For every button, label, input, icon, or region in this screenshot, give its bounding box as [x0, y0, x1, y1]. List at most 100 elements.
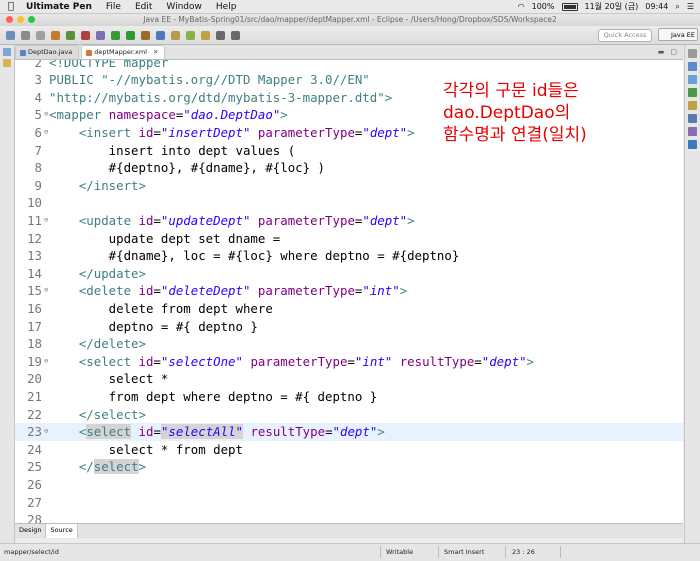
restore-right-icon[interactable] — [688, 49, 697, 58]
close-tab-icon[interactable]: ✕ — [153, 46, 158, 59]
debug-icon[interactable] — [111, 30, 120, 40]
code-token: "dept" — [362, 212, 408, 228]
fold-toggle-icon[interactable]: ⊖ — [44, 106, 48, 124]
code-line[interactable]: 27 — [15, 494, 683, 512]
code-line[interactable]: 15 ⊖ <delete id="deleteDept" parameterTyp… — [15, 282, 683, 300]
menu-window[interactable]: Window — [159, 2, 209, 12]
data-source-icon[interactable] — [688, 127, 697, 136]
fold-toggle-icon[interactable]: ⊖ — [44, 282, 48, 300]
save-all-icon[interactable] — [36, 30, 45, 40]
wifi-icon[interactable]: ◠ — [518, 2, 525, 11]
code-token: select — [93, 459, 139, 475]
minimize-icon[interactable]: ▬ — [658, 48, 665, 56]
tab-design[interactable]: Design — [15, 524, 47, 538]
editor-controls: ▬ ▢ — [658, 48, 683, 56]
line-number: 8 — [34, 160, 42, 176]
code-line[interactable]: 9 </insert> — [15, 177, 683, 195]
menu-help[interactable]: Help — [209, 2, 244, 12]
code-editor[interactable]: 2 <!DOCTYPE mapper 3 PUBLIC "-//mybatis.org… — [15, 60, 683, 523]
code-line[interactable]: 16 delete from dept where — [15, 300, 683, 318]
maximize-icon[interactable]: ▢ — [670, 48, 677, 56]
tab-deptdao-java[interactable]: DeptDao.java — [15, 45, 80, 59]
server-icon[interactable] — [66, 30, 75, 40]
package-explorer-icon[interactable] — [3, 59, 11, 67]
code-line[interactable]: 20 select * — [15, 370, 683, 388]
code-line[interactable]: 11 ⊖ <update id="updateDept" parameterTyp… — [15, 212, 683, 230]
fold-toggle-icon[interactable]: ⊖ — [44, 353, 48, 371]
back-icon[interactable] — [216, 30, 225, 40]
code-line[interactable]: 8 #{deptno}, #{dname}, #{loc} ) — [15, 159, 683, 177]
code-token: id — [138, 212, 154, 228]
wizard-icon[interactable] — [96, 30, 105, 40]
fold-toggle-icon[interactable]: ⊖ — [44, 423, 48, 441]
properties-icon[interactable] — [688, 101, 697, 110]
code-text: select * — [49, 370, 169, 388]
search-toolbar-icon[interactable] — [186, 30, 195, 40]
markers-icon[interactable] — [688, 88, 697, 97]
new-class-icon[interactable] — [156, 30, 165, 40]
line-number: 24 — [27, 441, 42, 457]
menubar-time[interactable]: 09:44 — [645, 2, 668, 11]
code-line[interactable]: 13 #{dname}, loc = #{loc} where deptno =… — [15, 247, 683, 265]
outline-icon[interactable] — [688, 62, 697, 71]
open-type-icon[interactable] — [171, 30, 180, 40]
fold-toggle-icon[interactable]: ⊖ — [44, 212, 48, 230]
code-token: parameterType — [257, 212, 355, 228]
stop-icon[interactable] — [81, 30, 90, 40]
code-line[interactable]: 18 </delete> — [15, 335, 683, 353]
build-icon[interactable] — [51, 30, 60, 40]
menubar-status-area: ◠ 100% 11월 20일 (금) 09:44 ⌕ ☰ — [518, 1, 700, 12]
line-number: 22 — [27, 406, 42, 422]
forward-icon[interactable] — [231, 30, 240, 40]
quick-access-input[interactable]: Quick Access — [598, 29, 652, 42]
code-line[interactable]: 14 </update> — [15, 265, 683, 283]
status-cursor-position: 23 : 26 — [512, 548, 535, 556]
battery-icon[interactable] — [561, 2, 578, 11]
code-line[interactable]: 25 </select> — [15, 458, 683, 476]
code-line[interactable]: 12 update dept set dname = — [15, 230, 683, 248]
console-icon[interactable] — [688, 140, 697, 149]
menubar-date[interactable]: 11월 20일 (금) — [585, 1, 639, 12]
fold-toggle-icon[interactable]: ⊖ — [44, 124, 48, 142]
tab-deptmapper-xml[interactable]: deptMapper.xml ✕ — [81, 45, 166, 59]
servers-icon[interactable] — [688, 114, 697, 123]
code-line[interactable]: 21 from dept where deptno = #{ deptno } — [15, 388, 683, 406]
code-line[interactable]: 22 </select> — [15, 406, 683, 424]
code-line[interactable]: 2 <!DOCTYPE mapper — [15, 60, 683, 71]
external-tools-icon[interactable] — [141, 30, 150, 40]
code-line[interactable]: 19 ⊖ <select id="selectOne" parameterType… — [15, 353, 683, 371]
line-number: 11 — [27, 212, 42, 228]
annotation-icon[interactable] — [201, 30, 210, 40]
save-icon[interactable] — [21, 30, 30, 40]
code-token: <mapper — [49, 107, 109, 123]
code-line[interactable]: 23 ⊖ <select id="selectAll" resultType="d… — [15, 423, 683, 441]
mac-menubar:  Ultimate Pen File Edit Window Help ◠ 1… — [0, 0, 700, 14]
code-line[interactable]: 26 — [15, 476, 683, 494]
menu-app-name[interactable]: Ultimate Pen — [19, 2, 99, 12]
code-line[interactable]: 24 select * from dept — [15, 441, 683, 459]
code-text: insert into dept values ( — [49, 142, 296, 160]
code-line[interactable]: 28 — [15, 511, 683, 523]
menu-edit[interactable]: Edit — [128, 2, 159, 12]
list-icon[interactable]: ☰ — [687, 2, 694, 11]
code-token: parameterType — [257, 283, 355, 299]
apple-icon[interactable]:  — [0, 1, 19, 12]
perspective-java-ee[interactable]: Java EE — [658, 28, 698, 41]
code-text: <insert id="insertDept" parameterType="d… — [49, 124, 415, 142]
code-token: parameterType — [257, 124, 355, 140]
code-token: <update — [78, 212, 139, 228]
new-icon[interactable] — [6, 30, 15, 40]
menu-file[interactable]: File — [99, 2, 128, 12]
run-icon[interactable] — [126, 30, 135, 40]
code-token: #{dname}, loc = #{loc} where deptno = #{… — [49, 248, 460, 264]
task-list-icon[interactable] — [688, 75, 697, 84]
line-number: 15 — [27, 283, 42, 299]
code-line[interactable]: 10 — [15, 194, 683, 212]
restore-icon[interactable] — [3, 48, 11, 56]
code-line[interactable]: 17 deptno = #{ deptno } — [15, 318, 683, 336]
search-icon[interactable]: ⌕ — [675, 2, 679, 12]
tab-source[interactable]: Source — [46, 524, 78, 538]
